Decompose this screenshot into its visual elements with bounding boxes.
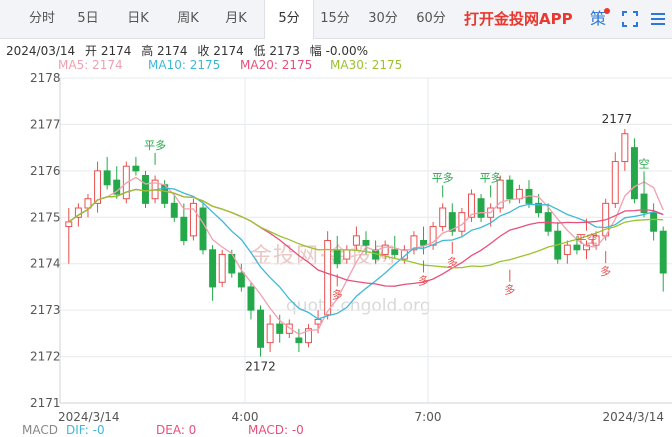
- y-tick-label: 2178: [30, 71, 61, 85]
- candle-body: [209, 249, 217, 288]
- macd-title: MACD: [22, 423, 58, 437]
- candle-body: [343, 249, 351, 260]
- y-tick-label: 2175: [30, 210, 61, 224]
- signal-close-short-label: 平空: [576, 232, 598, 246]
- high-price-label: 2177: [602, 112, 633, 126]
- candle-body: [199, 207, 207, 251]
- x-tick-label: 7:00: [415, 410, 442, 424]
- signal-close-long-label: 平多: [144, 138, 166, 152]
- candle-body: [333, 249, 341, 265]
- candlestick-chart[interactable]: 217821772176217521742173217221712024/3/1…: [0, 0, 672, 433]
- candle-body: [621, 133, 629, 163]
- candle-body: [276, 323, 284, 334]
- y-tick-label: 2174: [30, 257, 61, 271]
- candle-body: [142, 175, 149, 204]
- macd-dea: DEA: 0: [156, 423, 197, 437]
- candle-body: [563, 244, 571, 255]
- y-tick-label: 2177: [30, 117, 61, 131]
- candle-body: [180, 216, 188, 242]
- candle-body: [439, 207, 447, 228]
- candle-body: [352, 235, 360, 246]
- ma-line-30: [68, 188, 664, 269]
- y-tick-label: 2171: [30, 396, 61, 410]
- y-tick-label: 2176: [30, 164, 61, 178]
- candle-body: [237, 272, 245, 288]
- signal-close-long-2-label: 平多: [432, 170, 454, 184]
- candle-body: [314, 318, 322, 325]
- signal-open-long-5-label: 多: [600, 264, 611, 278]
- candle-body: [391, 249, 399, 255]
- macd-dif: DIF: -0: [66, 423, 105, 437]
- candle-body: [611, 161, 619, 204]
- candle-body: [65, 221, 73, 228]
- candle-body: [630, 147, 638, 200]
- low-price-label: 2172: [245, 360, 276, 374]
- candle-body: [218, 253, 226, 283]
- x-tick-label: 2024/3/14: [602, 410, 664, 424]
- y-tick-label: 2173: [30, 303, 61, 317]
- candle-body: [515, 188, 523, 200]
- x-tick-label: 2024/3/14: [58, 410, 120, 424]
- ma-line-5: [68, 176, 664, 336]
- signal-open-long-2-label: 多: [418, 273, 429, 287]
- candle-body: [247, 286, 255, 311]
- candle-body: [362, 240, 370, 246]
- candle-body: [295, 337, 303, 344]
- candle-body: [266, 323, 274, 344]
- candle-body: [650, 212, 658, 232]
- signal-close-long-3-label: 平多: [480, 170, 502, 184]
- candle-body: [103, 170, 111, 186]
- candle-body: [506, 179, 514, 200]
- candle-body: [257, 309, 265, 348]
- signal-open-short-label: 空: [639, 156, 650, 170]
- candle-body: [189, 202, 197, 237]
- candle-body: [132, 165, 140, 172]
- signal-open-long-3-label: 多: [447, 255, 458, 269]
- signal-open-long-4-label: 多: [504, 283, 515, 297]
- candle-body: [420, 240, 427, 246]
- signal-open-long-label: 多: [332, 287, 343, 301]
- macd-value: MACD: -0: [248, 423, 304, 437]
- candle-body: [324, 240, 332, 316]
- candle-body: [94, 170, 102, 204]
- candle-body: [659, 230, 667, 274]
- x-tick-label: 4:00: [232, 410, 259, 424]
- candle-body: [573, 244, 581, 251]
- y-tick-label: 2172: [30, 350, 61, 364]
- candle-body: [170, 202, 178, 218]
- candle-body: [477, 198, 485, 218]
